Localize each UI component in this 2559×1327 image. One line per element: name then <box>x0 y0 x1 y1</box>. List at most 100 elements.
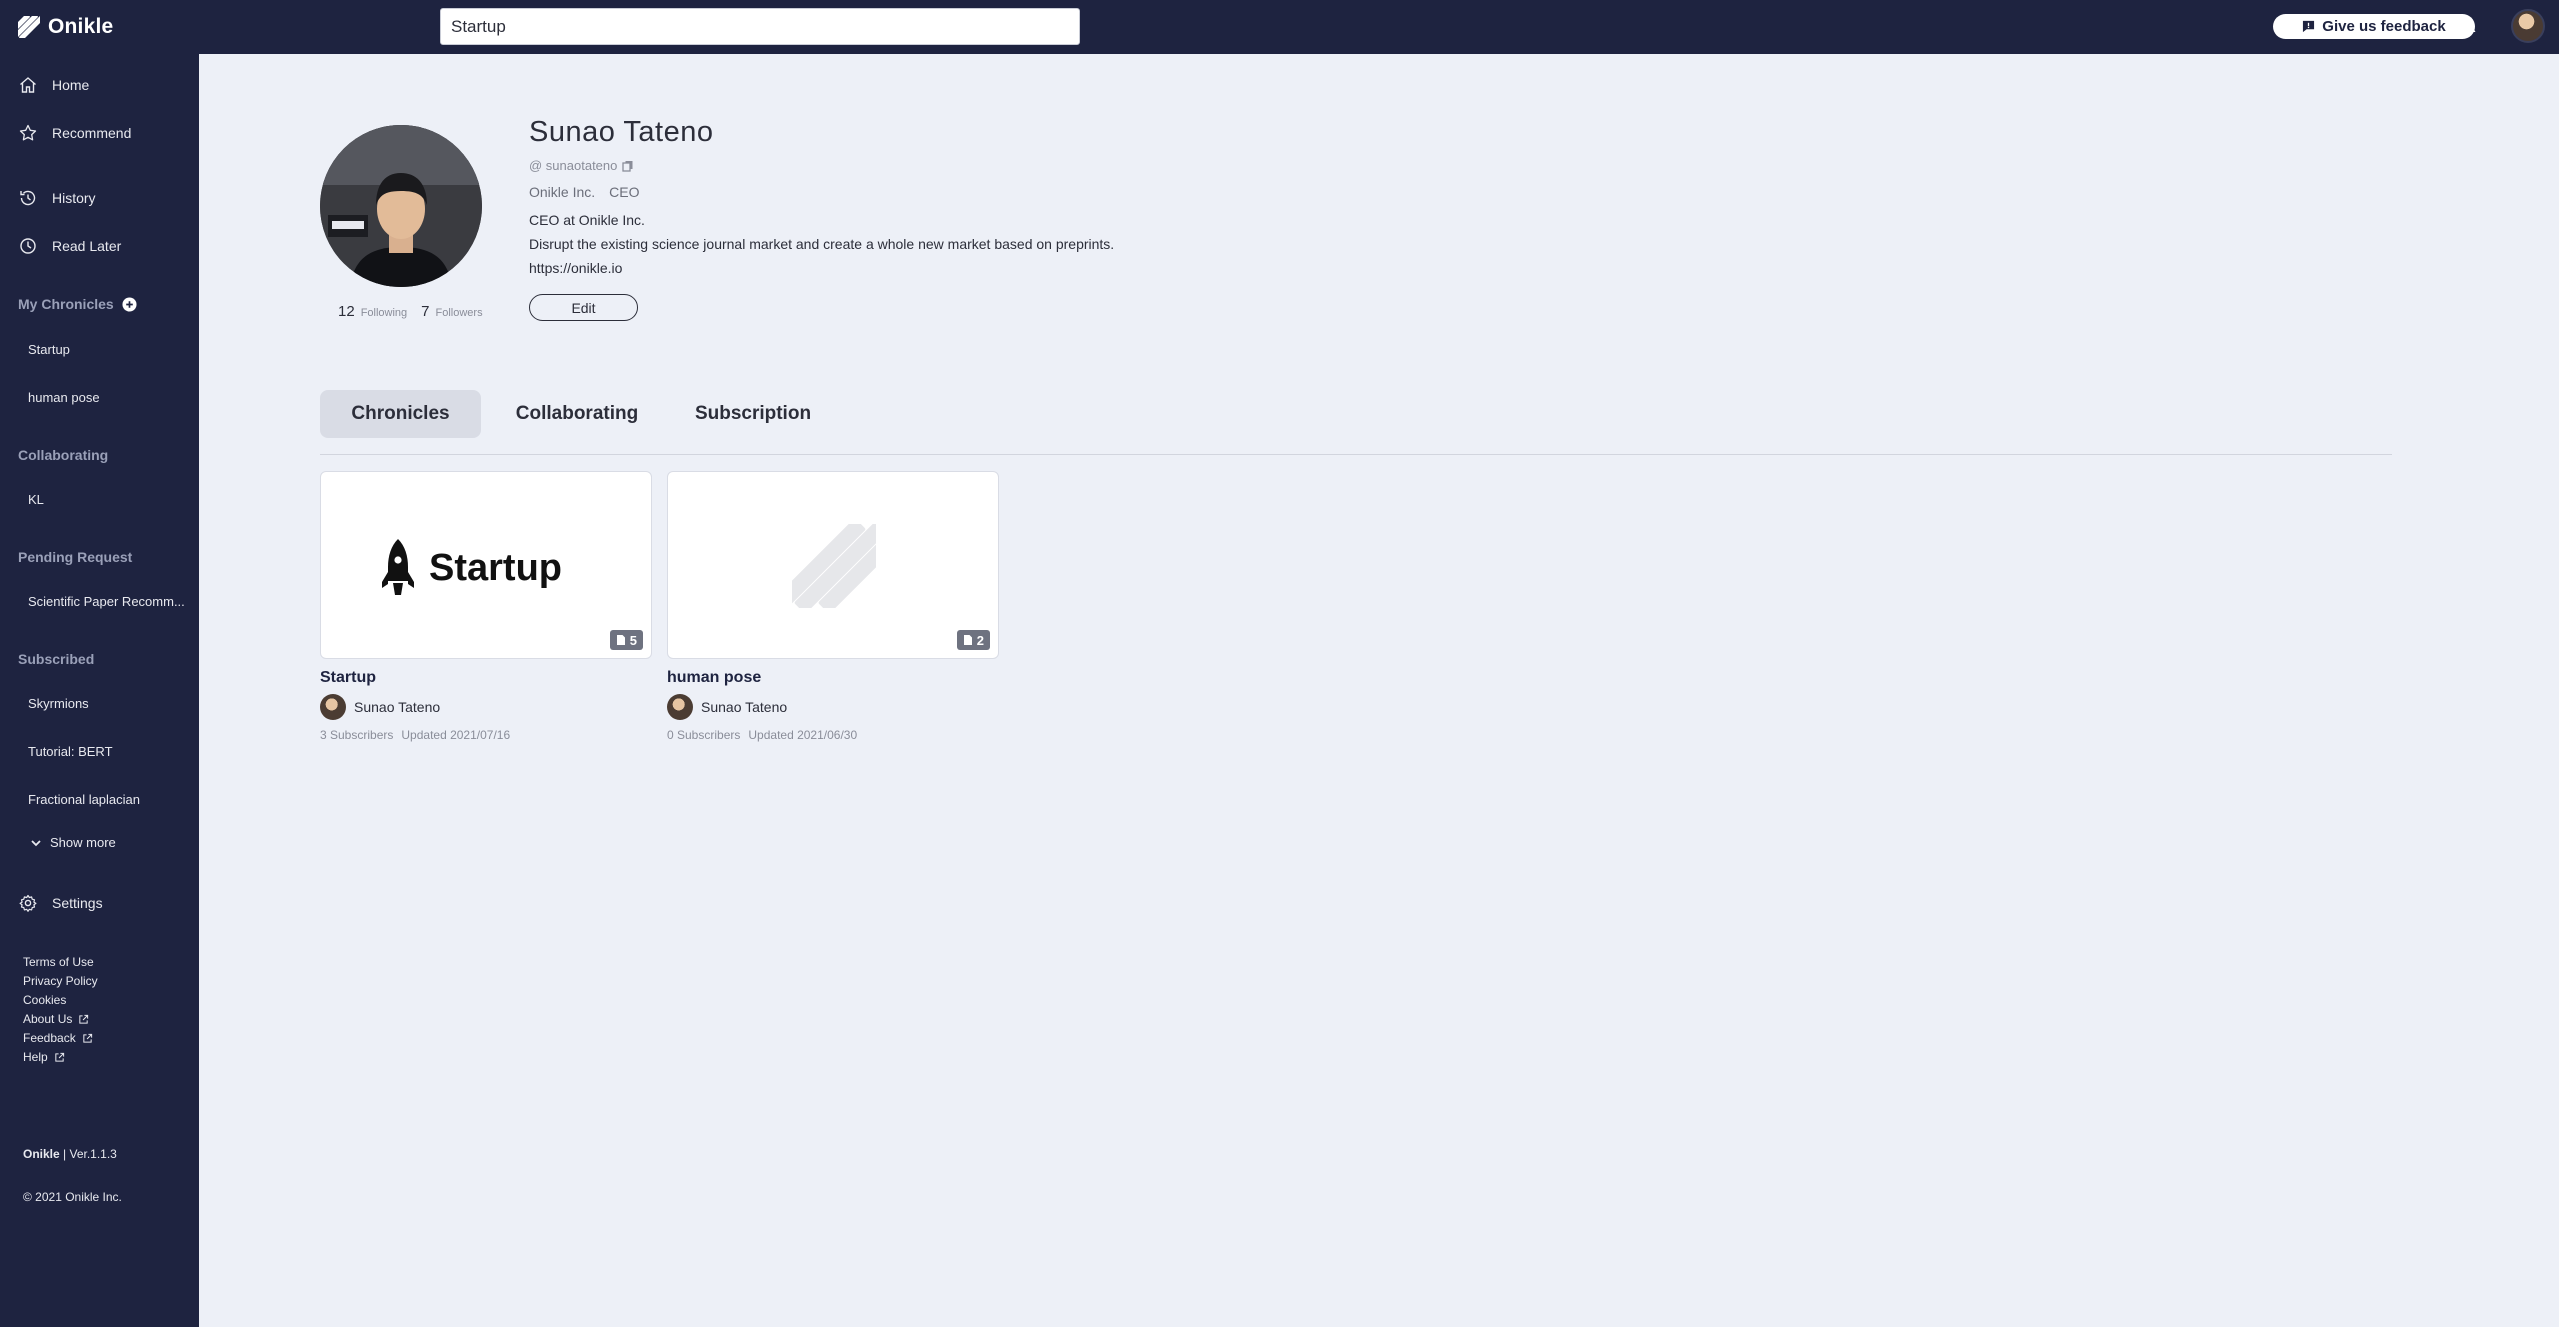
my-chronicles-heading: My Chronicles <box>18 296 137 312</box>
chronicle-meta: 3 Subscribers Updated 2021/07/16 <box>320 728 652 742</box>
profile-website[interactable]: https://onikle.io <box>529 260 622 276</box>
updated-date: Updated 2021/07/16 <box>401 728 511 742</box>
version-info: Onikle | Ver.1.1.3 <box>23 1147 117 1161</box>
subscriber-count: 0 Subscribers <box>667 728 741 742</box>
add-chronicle-icon[interactable] <box>122 296 137 312</box>
profile-name: Sunao Tateno <box>529 116 714 148</box>
profile-handle: @ sunaotateno <box>529 158 634 173</box>
sidebar-item-settings[interactable]: Settings <box>0 884 199 922</box>
followers-label[interactable]: Followers <box>436 307 483 319</box>
sidebar-item-history[interactable]: History <box>0 179 199 217</box>
profile-headline: CEO at Onikle Inc. <box>529 212 645 228</box>
user-avatar[interactable] <box>2511 9 2545 43</box>
profile-company: Onikle Inc. CEO <box>529 184 639 200</box>
onikle-logo-icon <box>18 16 40 38</box>
tab-subscription[interactable]: Subscription <box>683 390 823 438</box>
company-name: Onikle Inc. <box>529 184 596 200</box>
external-link-icon <box>55 1052 64 1062</box>
follow-stats: 12 Following 7 Followers <box>338 303 491 320</box>
followers-count[interactable]: 7 <box>421 303 429 320</box>
feedback-link[interactable]: Feedback <box>23 1031 93 1045</box>
my-chronicles-label: My Chronicles <box>18 296 114 312</box>
brand-name: Onikle <box>23 1147 60 1161</box>
sidebar: Home Recommend History Read Later My Chr… <box>0 54 199 1327</box>
author-name: Sunao Tateno <box>701 699 788 715</box>
document-icon <box>963 635 972 645</box>
search-input[interactable] <box>440 8 1080 45</box>
following-count[interactable]: 12 <box>338 303 355 320</box>
copy-icon[interactable] <box>622 160 634 172</box>
sidebar-item-startup[interactable]: Startup <box>28 342 193 357</box>
cookies-link[interactable]: Cookies <box>23 993 66 1007</box>
feedback-label: Give us feedback <box>2322 18 2446 35</box>
copyright: © 2021 Onikle Inc. <box>23 1190 122 1204</box>
placeholder-logo-icon <box>792 524 876 608</box>
company-role: CEO <box>609 184 640 200</box>
privacy-policy-link[interactable]: Privacy Policy <box>23 974 98 988</box>
author-name: Sunao Tateno <box>354 699 441 715</box>
help-link[interactable]: Help <box>23 1050 65 1064</box>
star-icon <box>19 124 37 141</box>
link-label: Feedback <box>23 1031 76 1045</box>
home-icon <box>20 77 36 93</box>
chronicle-thumbnail: 2 <box>667 471 999 659</box>
sidebar-item-kl[interactable]: KL <box>28 492 193 507</box>
notification-bell-icon[interactable] <box>2456 15 2480 39</box>
sidebar-item-skyrmions[interactable]: Skyrmions <box>28 696 193 711</box>
sidebar-item-home[interactable]: Home <box>0 66 199 104</box>
history-icon <box>20 190 36 206</box>
app-name: Onikle <box>48 15 114 38</box>
tab-divider <box>320 454 2392 455</box>
updated-date: Updated 2021/06/30 <box>748 728 858 742</box>
startup-logo-text: Startup <box>429 546 562 589</box>
link-label: Cookies <box>23 993 67 1007</box>
link-label: Terms of Use <box>23 955 94 969</box>
chronicle-title[interactable]: human pose <box>667 669 999 687</box>
document-icon <box>616 635 625 645</box>
edit-profile-button[interactable]: Edit <box>529 294 638 321</box>
clock-icon <box>20 238 36 254</box>
external-link-icon <box>79 1014 89 1024</box>
subscriber-count: 3 Subscribers <box>320 728 394 742</box>
paper-count: 5 <box>629 632 637 648</box>
chronicle-author[interactable]: Sunao Tateno <box>667 694 999 720</box>
paper-count-badge: 2 <box>956 630 990 650</box>
collaborating-heading: Collaborating <box>18 447 109 463</box>
tab-chronicles[interactable]: Chronicles <box>320 390 481 438</box>
paper-count: 2 <box>976 632 984 648</box>
handle-text: @ sunaotateno <box>529 158 618 173</box>
paper-count-badge: 5 <box>609 630 643 650</box>
sidebar-item-tutorial-bert[interactable]: Tutorial: BERT <box>28 744 193 759</box>
gear-icon <box>19 894 37 912</box>
show-more-label: Show more <box>50 835 116 850</box>
link-label: Help <box>23 1050 48 1064</box>
sidebar-item-recommend[interactable]: Recommend <box>0 114 199 152</box>
sidebar-item-pending-request[interactable]: Scientific Paper Recomm... <box>28 594 193 609</box>
sidebar-item-label: History <box>52 190 96 206</box>
terms-of-use-link[interactable]: Terms of Use <box>23 955 94 969</box>
app-logo[interactable]: Onikle <box>18 14 113 40</box>
following-label[interactable]: Following <box>361 307 407 319</box>
chronicle-thumbnail: Startup 5 <box>320 471 652 659</box>
chronicle-card-human-pose[interactable]: 2 human pose Sunao Tateno 0 Subscribers … <box>667 471 999 742</box>
sidebar-item-label: Settings <box>52 895 103 911</box>
chronicle-title[interactable]: Startup <box>320 669 652 687</box>
version-number: | Ver.1.1.3 <box>63 1147 117 1161</box>
give-feedback-button[interactable]: Give us feedback <box>2273 14 2475 39</box>
sidebar-item-fractional-laplacian[interactable]: Fractional laplacian <box>28 792 193 807</box>
chronicle-meta: 0 Subscribers Updated 2021/06/30 <box>667 728 999 742</box>
chronicle-card-startup[interactable]: Startup 5 Startup Sunao Tateno 3 Subscri… <box>320 471 652 742</box>
profile-photo <box>320 125 482 287</box>
link-label: Privacy Policy <box>23 974 98 988</box>
sidebar-item-human-pose[interactable]: human pose <box>28 390 193 405</box>
tab-collaborating[interactable]: Collaborating <box>505 390 649 438</box>
profile-bio: Disrupt the existing science journal mar… <box>529 236 1115 252</box>
about-us-link[interactable]: About Us <box>23 1012 89 1026</box>
startup-logo: Startup <box>381 538 562 598</box>
show-more-button[interactable]: Show more <box>30 835 116 850</box>
chronicle-author[interactable]: Sunao Tateno <box>320 694 652 720</box>
author-avatar <box>667 694 693 720</box>
sidebar-item-read-later[interactable]: Read Later <box>0 227 199 265</box>
pending-request-heading: Pending Request <box>18 549 133 565</box>
chevron-down-icon <box>31 839 41 846</box>
